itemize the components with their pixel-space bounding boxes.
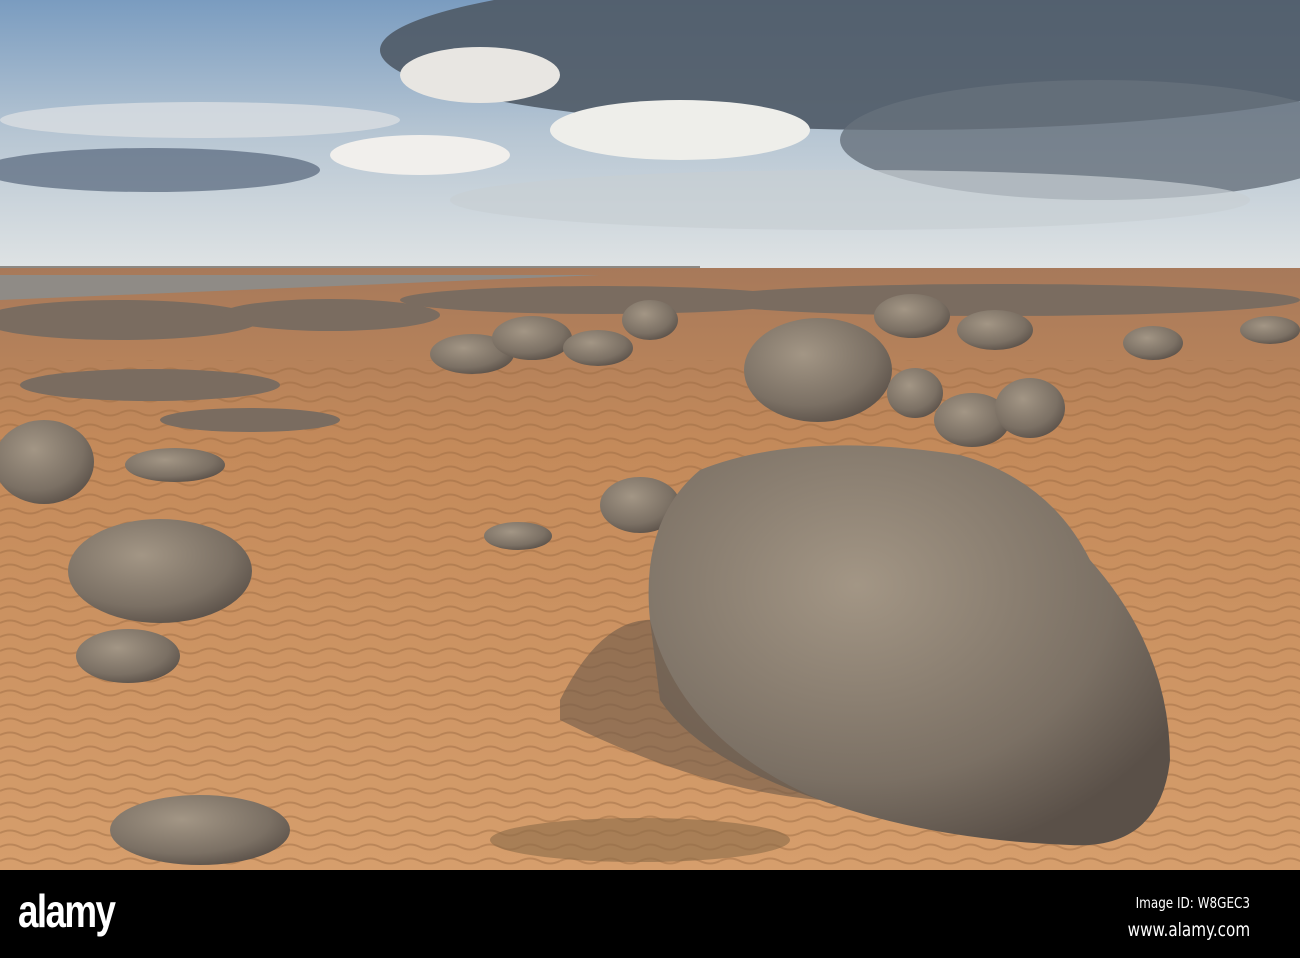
beach-photo — [0, 0, 1300, 870]
alamy-url: www.alamy.com — [1127, 919, 1250, 941]
alamy-logo: alamy — [18, 885, 116, 937]
image-id: Image ID: W8GEC3 — [1135, 894, 1250, 912]
watermark-bar: alamy Image ID: W8GEC3 www.alamy.com — [0, 870, 1300, 958]
beach-scene — [0, 0, 1300, 870]
tide-pool — [490, 818, 790, 862]
